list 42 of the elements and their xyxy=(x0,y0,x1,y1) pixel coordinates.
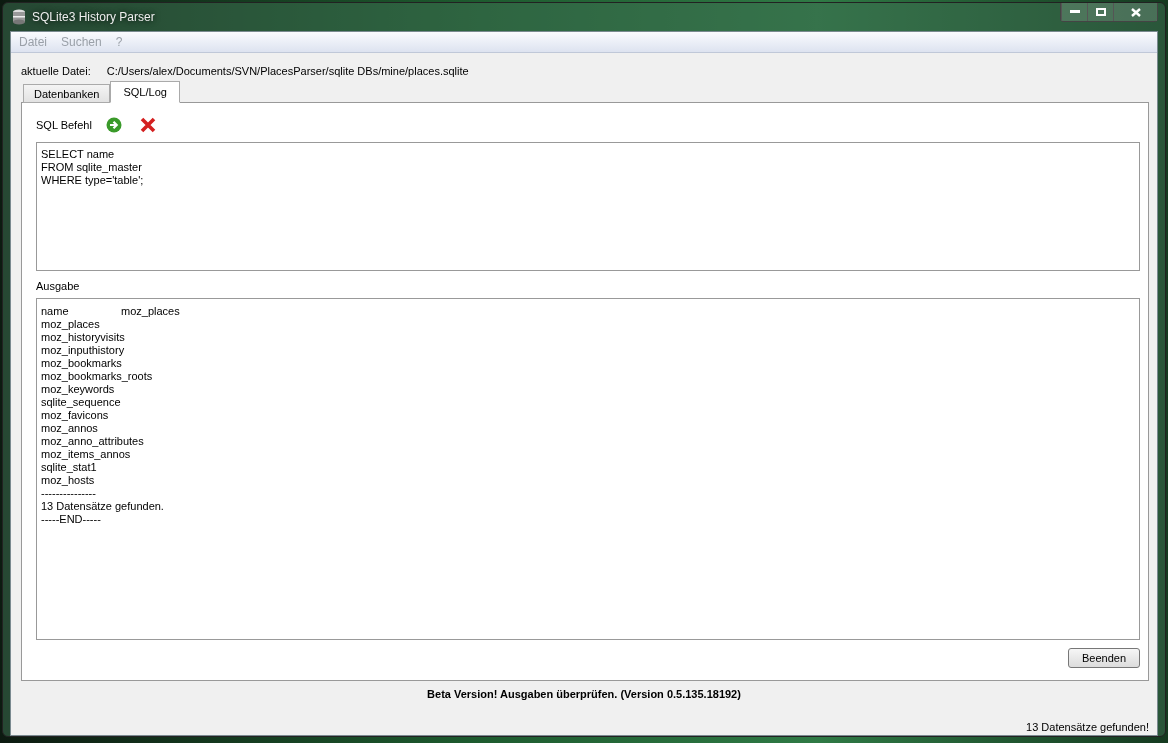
output-line: sqlite_sequence xyxy=(41,396,122,409)
minimize-icon xyxy=(1069,10,1080,14)
output-line: moz_historyvisits xyxy=(41,331,126,344)
sql-input-field[interactable]: SELECT name FROM sqlite_master WHERE type='table'; xyxy=(36,142,1140,271)
output-line: --------------- xyxy=(41,487,97,500)
window-title: SQLite3 History Parser xyxy=(32,10,155,24)
maximize-button[interactable] xyxy=(1087,3,1113,21)
arrow-icon xyxy=(105,117,122,133)
status-text: 13 Datensätze gefunden! xyxy=(1026,721,1149,733)
sql-label: SQL Befehl xyxy=(36,119,92,131)
query-line: FROM sqlite_master xyxy=(41,161,143,174)
database-icon xyxy=(12,9,26,25)
maximize-icon xyxy=(1095,8,1106,16)
output-line: moz_hosts xyxy=(41,474,96,487)
output-line: name xyxy=(41,305,70,318)
file-label: aktuelle Datei: xyxy=(21,65,91,77)
query-line: WHERE type='table'; xyxy=(41,174,145,187)
output-line: moz_keywords xyxy=(41,383,116,396)
output-line: sqlite_stat1 xyxy=(41,461,98,474)
output-line: moz_places xyxy=(121,305,180,318)
output-line: moz_annos xyxy=(41,422,99,435)
output-line: moz_bookmarks xyxy=(41,357,123,370)
output-line: moz_bookmarks_roots xyxy=(41,370,154,383)
close-icon xyxy=(139,117,156,133)
output-line: moz_places xyxy=(41,318,101,331)
minimize-button[interactable] xyxy=(1061,3,1087,21)
quit-button[interactable]: Beenden xyxy=(1067,648,1140,668)
output-line: -----END----- xyxy=(41,513,102,526)
output-line: moz_items_annos xyxy=(41,448,132,461)
file-path: C:/Users/alex/Documents/SVN/PlacesParser/sqlite DBs/mine/places.sqlite xyxy=(106,65,469,77)
output-line: moz_inputhistory xyxy=(41,344,126,357)
query-line: SELECT name xyxy=(41,148,116,161)
beta-notice: Beta Version! Ausgaben überprüfen. (Version 0.5.135.18192) xyxy=(426,687,742,702)
close-icon xyxy=(1130,7,1141,17)
output-line: moz_favicons xyxy=(41,409,110,422)
output-line: moz_anno_attributes xyxy=(41,435,145,448)
close-button[interactable] xyxy=(1113,3,1157,21)
tab[interactable]: Datenbanken xyxy=(23,84,111,103)
output-line: 13 Datensätze gefunden. xyxy=(41,500,165,513)
output-label: Ausgabe xyxy=(36,280,81,292)
output-field[interactable] xyxy=(36,298,1140,640)
tab[interactable]: SQL/Log xyxy=(110,81,180,103)
